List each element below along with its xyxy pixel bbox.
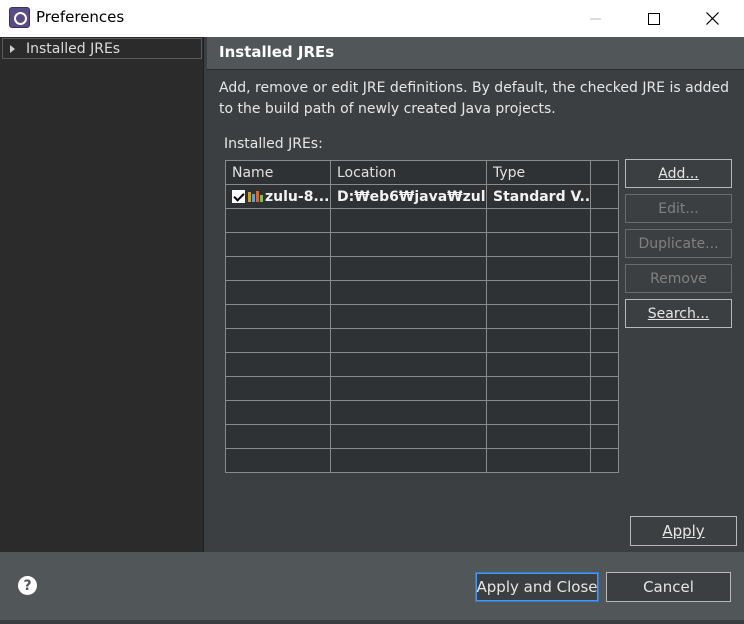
column-header-name[interactable]: Name — [226, 161, 331, 184]
table-row[interactable] — [226, 353, 618, 377]
minimize-button[interactable] — [567, 0, 625, 37]
help-icon[interactable]: ? — [18, 576, 37, 595]
window-title: Preferences — [36, 8, 125, 26]
table-row[interactable] — [226, 209, 618, 233]
table-row[interactable] — [226, 425, 618, 449]
jre-library-icon — [248, 191, 263, 202]
table-row[interactable] — [226, 329, 618, 353]
tree-item-label: Installed JREs — [26, 40, 121, 57]
remove-button[interactable]: Remove — [625, 264, 732, 293]
table-row[interactable] — [226, 449, 618, 472]
minimize-icon — [590, 18, 601, 19]
page-header: Installed JREs — [207, 37, 744, 70]
title-bar: Preferences — [0, 0, 744, 37]
edit-button-label: Edit... — [658, 200, 699, 217]
jre-type-cell: Standard V... — [493, 188, 591, 205]
maximize-button[interactable] — [625, 0, 683, 37]
dialog-button-bar: ? Apply and Close Cancel — [0, 552, 744, 624]
column-header-type[interactable]: Type — [487, 161, 591, 184]
table-label: Installed JREs: — [224, 136, 323, 152]
cancel-button[interactable]: Cancel — [606, 572, 731, 602]
duplicate-button[interactable]: Duplicate... — [625, 229, 732, 258]
table-row[interactable] — [226, 233, 618, 257]
remove-button-label: Remove — [650, 270, 707, 287]
table-row[interactable] — [226, 401, 618, 425]
preferences-tree: Installed JREs — [0, 37, 204, 552]
close-button[interactable] — [683, 0, 741, 37]
table-row[interactable] — [226, 377, 618, 401]
column-divider — [486, 161, 487, 472]
edit-button[interactable]: Edit... — [625, 194, 732, 223]
tree-item-installed-jres[interactable]: Installed JREs — [2, 38, 202, 59]
jre-name: zulu-8... — [265, 188, 330, 205]
column-header-location[interactable]: Location — [331, 161, 487, 184]
maximize-icon — [648, 12, 660, 25]
table-row[interactable] — [226, 305, 618, 329]
duplicate-button-label: Duplicate... — [638, 235, 719, 252]
jre-name-cell: zulu-8... — [226, 185, 331, 208]
expand-arrow-icon[interactable] — [10, 44, 15, 53]
add-button-label: Add... — [658, 165, 699, 182]
preference-page: Installed JREs Add, remove or edit JRE d… — [207, 37, 744, 552]
close-icon — [705, 12, 719, 25]
installed-jres-table[interactable]: Name Location Type zulu-8... D:₩eb6₩java… — [225, 160, 619, 473]
search-button[interactable]: Search... — [625, 299, 732, 328]
table-row[interactable]: zulu-8... D:₩eb6₩java₩zul... Standard V.… — [226, 185, 618, 209]
add-button[interactable]: Add... — [625, 159, 732, 188]
column-divider — [330, 161, 331, 472]
window-bottom-edge — [0, 620, 744, 624]
search-button-label: Search... — [647, 305, 710, 322]
apply-and-close-button[interactable]: Apply and Close — [475, 572, 599, 602]
table-row[interactable] — [226, 257, 618, 281]
page-description: Add, remove or edit JRE definitions. By … — [219, 80, 729, 117]
jre-default-checkbox[interactable] — [232, 190, 245, 203]
column-divider — [590, 161, 591, 472]
eclipse-app-icon — [9, 7, 30, 28]
page-title: Installed JREs — [219, 43, 335, 61]
table-header-row: Name Location Type — [226, 161, 618, 185]
apply-button-label: Apply — [662, 522, 705, 540]
table-row[interactable] — [226, 281, 618, 305]
jre-location-cell: D:₩eb6₩java₩zul... — [337, 188, 487, 205]
apply-button[interactable]: Apply — [630, 516, 737, 546]
